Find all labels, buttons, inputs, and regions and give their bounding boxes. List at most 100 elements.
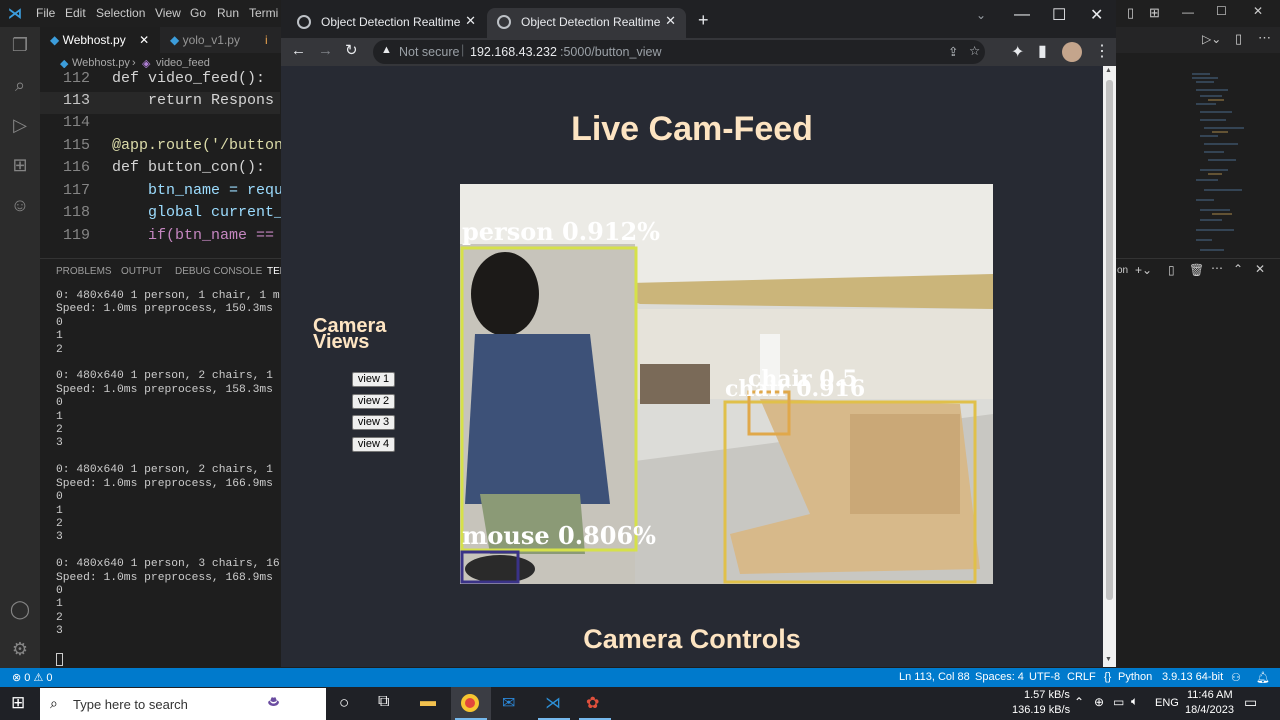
app-taskbar-icon[interactable]: ✿ (586, 693, 599, 713)
indentation[interactable]: Spaces: 4 (975, 671, 1024, 683)
python-interpreter[interactable]: 3.9.13 64-bit (1162, 671, 1223, 683)
forward-icon[interactable]: → (318, 42, 333, 59)
language-indicator[interactable]: ENG (1155, 697, 1179, 709)
vscode-maximize-icon[interactable]: ☐ (1216, 4, 1227, 18)
notifications-bell-icon[interactable]: 🔔︎ (1256, 671, 1270, 684)
mail-icon[interactable]: ✉ (502, 693, 515, 713)
search-highlight-icon: 🎩︎ (268, 692, 280, 712)
vscode-minimize-icon[interactable]: — (1182, 5, 1194, 19)
close-panel-icon[interactable]: ✕ (1255, 262, 1265, 276)
encoding[interactable]: UTF-8 (1029, 671, 1060, 683)
kill-terminal-icon[interactable]: 🗑 (1189, 263, 1204, 277)
address-bar[interactable]: ▲ Not secure | 192.168.43.232 :5000/butt… (373, 40, 985, 64)
back-icon[interactable]: ← (291, 42, 306, 59)
clock-date[interactable]: 18/4/2023 (1185, 704, 1234, 716)
notification-center-icon[interactable]: ▭ (1244, 694, 1257, 711)
search-icon[interactable]: ⌕ (8, 73, 32, 97)
tab-close-icon[interactable]: ✕ (665, 13, 676, 29)
tab-yolo[interactable]: ◆ yolo_v1.py (160, 27, 260, 53)
chrome-minimize-icon[interactable]: — (1014, 6, 1030, 24)
settings-gear-icon[interactable]: ⚙ (8, 637, 32, 661)
copilot-icon[interactable]: ☺ (8, 193, 32, 217)
side-panel-icon[interactable]: ▮ (1038, 41, 1047, 61)
tab-close-icon[interactable]: ✕ (139, 33, 149, 47)
taskbar-search[interactable]: ⌕ Type here to search 🎩︎ (40, 688, 326, 720)
view-3-button[interactable]: view 3 (352, 415, 395, 430)
language-mode[interactable]: Python (1118, 671, 1152, 683)
windows-start-icon[interactable]: ⊞ (11, 693, 25, 713)
battery-icon[interactable]: ▭ (1113, 695, 1124, 709)
menu-go[interactable]: Go (190, 6, 206, 20)
vscode-close-icon[interactable]: ✕ (1253, 4, 1263, 18)
page-scrollbar[interactable]: ▲ ▼ (1103, 66, 1116, 667)
tray-expand-icon[interactable]: ⌃ (1074, 695, 1084, 709)
view-4-button[interactable]: view 4 (352, 437, 395, 452)
tab-webhost[interactable]: ◆ Webhost.py ✕ (40, 27, 160, 53)
view-2-button[interactable]: view 2 (352, 394, 395, 409)
extensions-icon[interactable]: ✦ (1011, 42, 1024, 62)
page-viewport: Live Cam-Feed Camera Views view 1 view 2… (281, 66, 1103, 667)
scroll-down-icon[interactable]: ▼ (1105, 656, 1112, 663)
tab-close-icon[interactable]: ✕ (465, 13, 476, 29)
panel-tab-problems[interactable]: PROBLEMS (56, 266, 112, 277)
panel-tab-debug-console[interactable]: DEBUG CONSOLE (175, 266, 262, 277)
minimap[interactable] (1188, 70, 1248, 260)
menu-edit[interactable]: Edit (65, 6, 86, 20)
menu-run[interactable]: Run (217, 6, 239, 20)
chrome-taskbar-icon[interactable] (461, 694, 479, 712)
volume-icon[interactable]: 🔈︎ (1131, 694, 1138, 709)
menu-view[interactable]: View (155, 6, 181, 20)
chrome-close-icon[interactable]: ✕ (1090, 5, 1103, 25)
tab-search-icon[interactable]: ⌄ (976, 8, 986, 22)
cursor-position[interactable]: Ln 113, Col 88 (899, 671, 970, 683)
scroll-up-icon[interactable]: ▲ (1105, 67, 1112, 74)
more-actions-icon[interactable]: ⋯ (1258, 30, 1271, 46)
split-editor-icon[interactable]: ▯ (1235, 31, 1242, 47)
clock-time[interactable]: 11:46 AM (1187, 689, 1233, 701)
chrome-tab-2[interactable]: Object Detection Realtime ✕ (487, 8, 686, 38)
network-icon[interactable]: ⊕ (1094, 695, 1104, 709)
scroll-thumb[interactable] (1106, 80, 1113, 600)
file-explorer-icon[interactable]: ▬ (420, 693, 436, 711)
extensions-icon[interactable]: ⊞ (8, 153, 32, 177)
person-box (460, 246, 638, 552)
menu-terminal[interactable]: Termi (249, 6, 278, 20)
not-secure-label[interactable]: Not secure (399, 45, 459, 59)
problems-count[interactable]: ⊗ 0 ⚠ 0 (12, 671, 52, 684)
vscode-taskbar-icon[interactable]: ⋊ (545, 693, 561, 713)
chrome-menu-icon[interactable]: ⋮ (1094, 41, 1110, 61)
task-view-icon[interactable]: ⧉ (378, 693, 389, 711)
terminal-output[interactable]: 0: 480x640 1 person, 1 chair, 1 mouse Sp… (56, 290, 280, 670)
view-1-button[interactable]: view 1 (352, 372, 395, 387)
chrome-maximize-icon[interactable]: ☐ (1052, 5, 1066, 25)
cortana-icon[interactable]: ○ (339, 693, 349, 713)
split-terminal-icon[interactable]: ▯ (1168, 263, 1175, 277)
end-of-line[interactable]: CRLF (1067, 671, 1096, 683)
layout-toggle-icon[interactable]: ▯ (1127, 5, 1134, 21)
menu-selection[interactable]: Selection (96, 6, 145, 20)
account-icon[interactable]: ◯ (8, 597, 32, 621)
feedback-icon[interactable]: ⚇ (1231, 671, 1241, 684)
panel-more-icon[interactable]: ⋯ (1211, 261, 1223, 275)
new-terminal-icon[interactable]: +⌄ (1135, 263, 1152, 277)
tab-third[interactable]: i (255, 27, 280, 53)
share-icon[interactable]: ⇪ (948, 44, 958, 59)
menu-file[interactable]: File (36, 6, 55, 20)
bookmark-star-icon[interactable]: ☆ (969, 43, 980, 58)
maximize-panel-icon[interactable]: ⌃ (1233, 262, 1243, 276)
python-file-icon: ◆ (50, 33, 60, 47)
windows-taskbar: ⊞ ⌕ Type here to search 🎩︎ ○ ⧉ ▬ ✉ ⋊ ✿ 1… (0, 687, 1280, 720)
layout-custom-icon[interactable]: ⊞ (1149, 5, 1160, 21)
profile-avatar[interactable] (1062, 42, 1082, 62)
tab-yolo-label: yolo_v1.py (182, 33, 240, 47)
run-file-icon[interactable]: ▷⌄ (1202, 32, 1221, 46)
panel-tab-output[interactable]: OUTPUT (121, 266, 162, 277)
terminal-name[interactable]: on (1117, 265, 1128, 276)
code-editor[interactable]: 112 def video_feed(): 113 return Respons … (40, 68, 283, 258)
explorer-icon[interactable]: ❐ (8, 33, 32, 57)
new-tab-icon[interactable]: + (698, 10, 709, 31)
line-number: 113 (62, 92, 90, 109)
chrome-tab-1[interactable]: Object Detection Realtime ✕ (287, 8, 486, 38)
reload-icon[interactable]: ↻ (345, 41, 358, 59)
run-debug-icon[interactable]: ▷ (8, 113, 32, 137)
